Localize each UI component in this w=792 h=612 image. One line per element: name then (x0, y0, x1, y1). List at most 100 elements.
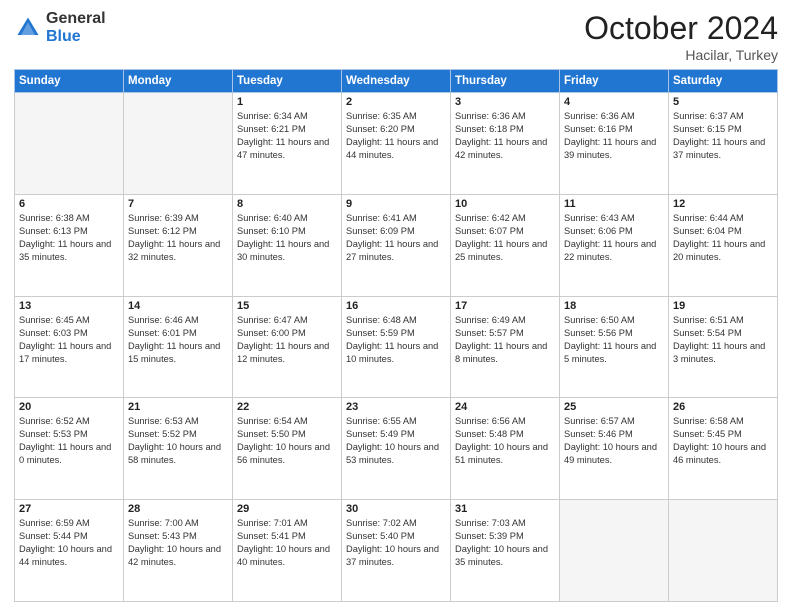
calendar-cell: 29 Sunrise: 7:01 AMSunset: 5:41 PMDayligh… (233, 500, 342, 602)
day-number: 13 (19, 300, 119, 312)
calendar-cell: 21 Sunrise: 6:53 AMSunset: 5:52 PMDayligh… (124, 398, 233, 500)
calendar-cell: 9 Sunrise: 6:41 AMSunset: 6:09 PMDaylight… (342, 194, 451, 296)
day-of-week-friday: Friday (560, 70, 669, 93)
calendar-cell: 5 Sunrise: 6:37 AMSunset: 6:15 PMDaylight… (669, 93, 778, 195)
logo-icon (14, 14, 42, 42)
logo-text: General Blue (46, 10, 106, 45)
cell-info: Sunrise: 6:53 AMSunset: 5:52 PMDaylight:… (128, 415, 228, 467)
day-of-week-thursday: Thursday (451, 70, 560, 93)
logo-blue: Blue (46, 28, 106, 46)
header: General Blue October 2024 Hacilar, Turke… (14, 10, 778, 63)
day-number: 21 (128, 401, 228, 413)
calendar-cell: 7 Sunrise: 6:39 AMSunset: 6:12 PMDaylight… (124, 194, 233, 296)
calendar-week-5: 27Sunrise: 6:59 AMSunset: 5:44 PMDayligh… (15, 500, 778, 602)
calendar-header-row: SundayMondayTuesdayWednesdayThursdayFrid… (15, 70, 778, 93)
calendar-cell: 8Sunrise: 6:40 AMSunset: 6:10 PMDaylight… (233, 194, 342, 296)
cell-info: Sunrise: 6:36 AMSunset: 6:16 PMDaylight:… (564, 110, 664, 162)
cell-info: Sunrise: 7:02 AMSunset: 5:40 PMDaylight:… (346, 517, 446, 569)
month-title: October 2024 (584, 10, 778, 47)
calendar-week-2: 6 Sunrise: 6:38 AMSunset: 6:13 PMDaylight… (15, 194, 778, 296)
day-number: 29 (237, 503, 337, 515)
day-of-week-wednesday: Wednesday (342, 70, 451, 93)
calendar-cell: 17 Sunrise: 6:49 AMSunset: 5:57 PMDayligh… (451, 296, 560, 398)
calendar-cell (124, 93, 233, 195)
day-number: 30 (346, 503, 446, 515)
day-number: 14 (128, 300, 228, 312)
calendar-cell: 26 Sunrise: 6:58 AMSunset: 5:45 PMDayligh… (669, 398, 778, 500)
calendar-week-4: 20Sunrise: 6:52 AMSunset: 5:53 PMDayligh… (15, 398, 778, 500)
title-block: October 2024 Hacilar, Turkey (584, 10, 778, 63)
calendar-week-3: 13 Sunrise: 6:45 AMSunset: 6:03 PMDayligh… (15, 296, 778, 398)
calendar-cell: 14 Sunrise: 6:46 AMSunset: 6:01 PMDayligh… (124, 296, 233, 398)
cell-info: Sunrise: 7:01 AMSunset: 5:41 PMDaylight:… (237, 517, 337, 569)
cell-info: Sunrise: 6:48 AMSunset: 5:59 PMDaylight:… (346, 314, 446, 366)
day-of-week-tuesday: Tuesday (233, 70, 342, 93)
cell-info: Sunrise: 6:39 AMSunset: 6:12 PMDaylight:… (128, 212, 228, 264)
logo: General Blue (14, 10, 106, 45)
day-number: 18 (564, 300, 664, 312)
cell-info: Sunrise: 6:56 AMSunset: 5:48 PMDaylight:… (455, 415, 555, 467)
cell-info: Sunrise: 6:55 AMSunset: 5:49 PMDaylight:… (346, 415, 446, 467)
calendar-cell: 23 Sunrise: 6:55 AMSunset: 5:49 PMDayligh… (342, 398, 451, 500)
calendar-cell: 15Sunrise: 6:47 AMSunset: 6:00 PMDayligh… (233, 296, 342, 398)
calendar-cell: 3 Sunrise: 6:36 AMSunset: 6:18 PMDaylight… (451, 93, 560, 195)
cell-info: Sunrise: 7:00 AMSunset: 5:43 PMDaylight:… (128, 517, 228, 569)
cell-info: Sunrise: 6:38 AMSunset: 6:13 PMDaylight:… (19, 212, 119, 264)
calendar-cell: 25 Sunrise: 6:57 AMSunset: 5:46 PMDayligh… (560, 398, 669, 500)
day-number: 4 (564, 96, 664, 108)
cell-info: Sunrise: 6:43 AMSunset: 6:06 PMDaylight:… (564, 212, 664, 264)
calendar-cell: 30 Sunrise: 7:02 AMSunset: 5:40 PMDayligh… (342, 500, 451, 602)
day-of-week-sunday: Sunday (15, 70, 124, 93)
day-number: 17 (455, 300, 555, 312)
day-number: 9 (346, 198, 446, 210)
day-number: 3 (455, 96, 555, 108)
calendar-cell: 19Sunrise: 6:51 AMSunset: 5:54 PMDayligh… (669, 296, 778, 398)
calendar-cell: 22Sunrise: 6:54 AMSunset: 5:50 PMDayligh… (233, 398, 342, 500)
calendar-week-1: 1Sunrise: 6:34 AMSunset: 6:21 PMDaylight… (15, 93, 778, 195)
cell-info: Sunrise: 6:52 AMSunset: 5:53 PMDaylight:… (19, 415, 119, 467)
day-number: 7 (128, 198, 228, 210)
day-number: 16 (346, 300, 446, 312)
day-number: 25 (564, 401, 664, 413)
cell-info: Sunrise: 6:37 AMSunset: 6:15 PMDaylight:… (673, 110, 773, 162)
day-number: 26 (673, 401, 773, 413)
day-number: 23 (346, 401, 446, 413)
calendar-cell: 1Sunrise: 6:34 AMSunset: 6:21 PMDaylight… (233, 93, 342, 195)
day-number: 28 (128, 503, 228, 515)
cell-info: Sunrise: 6:58 AMSunset: 5:45 PMDaylight:… (673, 415, 773, 467)
calendar-cell: 28 Sunrise: 7:00 AMSunset: 5:43 PMDayligh… (124, 500, 233, 602)
calendar-cell: 24 Sunrise: 6:56 AMSunset: 5:48 PMDayligh… (451, 398, 560, 500)
day-number: 12 (673, 198, 773, 210)
cell-info: Sunrise: 6:44 AMSunset: 6:04 PMDaylight:… (673, 212, 773, 264)
cell-info: Sunrise: 6:54 AMSunset: 5:50 PMDaylight:… (237, 415, 337, 467)
calendar-cell: 18 Sunrise: 6:50 AMSunset: 5:56 PMDayligh… (560, 296, 669, 398)
cell-info: Sunrise: 6:41 AMSunset: 6:09 PMDaylight:… (346, 212, 446, 264)
cell-info: Sunrise: 6:36 AMSunset: 6:18 PMDaylight:… (455, 110, 555, 162)
calendar-cell: 27Sunrise: 6:59 AMSunset: 5:44 PMDayligh… (15, 500, 124, 602)
day-number: 10 (455, 198, 555, 210)
cell-info: Sunrise: 6:49 AMSunset: 5:57 PMDaylight:… (455, 314, 555, 366)
day-of-week-monday: Monday (124, 70, 233, 93)
cell-info: Sunrise: 6:46 AMSunset: 6:01 PMDaylight:… (128, 314, 228, 366)
cell-info: Sunrise: 6:45 AMSunset: 6:03 PMDaylight:… (19, 314, 119, 366)
cell-info: Sunrise: 6:57 AMSunset: 5:46 PMDaylight:… (564, 415, 664, 467)
cell-info: Sunrise: 6:50 AMSunset: 5:56 PMDaylight:… (564, 314, 664, 366)
day-number: 15 (237, 300, 337, 312)
cell-info: Sunrise: 7:03 AMSunset: 5:39 PMDaylight:… (455, 517, 555, 569)
calendar-cell (15, 93, 124, 195)
subtitle: Hacilar, Turkey (584, 47, 778, 63)
logo-general: General (46, 10, 106, 28)
cell-info: Sunrise: 6:59 AMSunset: 5:44 PMDaylight:… (19, 517, 119, 569)
calendar-cell: 31 Sunrise: 7:03 AMSunset: 5:39 PMDayligh… (451, 500, 560, 602)
day-number: 2 (346, 96, 446, 108)
cell-info: Sunrise: 6:42 AMSunset: 6:07 PMDaylight:… (455, 212, 555, 264)
calendar-cell: 2Sunrise: 6:35 AMSunset: 6:20 PMDaylight… (342, 93, 451, 195)
day-number: 24 (455, 401, 555, 413)
calendar-cell: 16 Sunrise: 6:48 AMSunset: 5:59 PMDayligh… (342, 296, 451, 398)
calendar-cell: 6 Sunrise: 6:38 AMSunset: 6:13 PMDaylight… (15, 194, 124, 296)
day-number: 31 (455, 503, 555, 515)
day-number: 6 (19, 198, 119, 210)
calendar-cell (560, 500, 669, 602)
day-number: 5 (673, 96, 773, 108)
calendar-cell: 13 Sunrise: 6:45 AMSunset: 6:03 PMDayligh… (15, 296, 124, 398)
